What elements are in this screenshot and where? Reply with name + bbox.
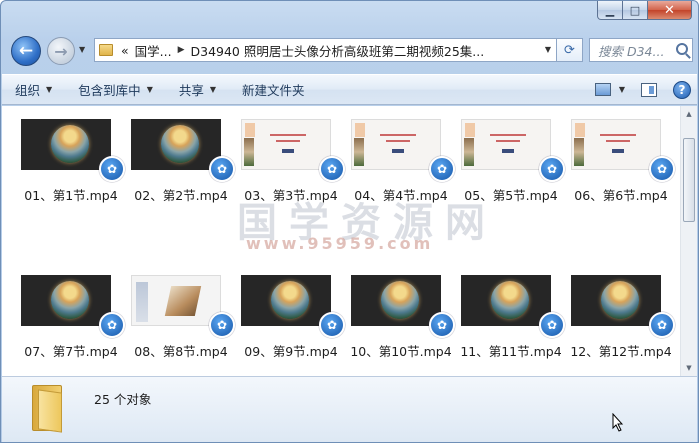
breadcrumb-overflow[interactable]: « bbox=[121, 43, 129, 58]
file-name: 12、第12节.mp4 bbox=[570, 344, 672, 359]
media-player-icon: ✿ bbox=[429, 312, 455, 338]
new-folder-label: 新建文件夹 bbox=[242, 83, 305, 98]
video-thumbnail bbox=[571, 119, 661, 170]
details-pane: 25 个对象 bbox=[2, 376, 697, 442]
file-item[interactable]: ✿ 07、第7节.mp4 bbox=[21, 275, 129, 359]
watermark-url: www.95959.com bbox=[246, 234, 434, 253]
media-player-icon: ✿ bbox=[99, 156, 125, 182]
caption-buttons: ▁ □ ✕ bbox=[597, 1, 692, 20]
file-name: 11、第11节.mp4 bbox=[460, 344, 562, 359]
file-list: ✿ 01、第1节.mp4 ✿ 02、第2节.mp4 ✿ 03、第3节.mp4 ✿ 04、第4节… bbox=[2, 106, 697, 376]
file-name: 02、第2节.mp4 bbox=[134, 188, 228, 203]
share-label: 共享 bbox=[178, 83, 204, 98]
file-name: 07、第7节.mp4 bbox=[24, 344, 118, 359]
video-thumbnail bbox=[351, 119, 441, 170]
chevron-down-icon: ▼ bbox=[209, 85, 217, 94]
media-player-icon: ✿ bbox=[209, 312, 235, 338]
media-player-icon: ✿ bbox=[99, 312, 125, 338]
file-item[interactable]: ✿ 10、第10节.mp4 bbox=[350, 275, 459, 359]
new-folder-button[interactable]: 新建文件夹 bbox=[229, 75, 318, 104]
scrollbar-thumb[interactable] bbox=[683, 138, 695, 222]
help-icon[interactable]: ? bbox=[673, 80, 691, 99]
file-item[interactable]: ✿ 08、第8节.mp4 bbox=[131, 275, 239, 359]
media-player-icon: ✿ bbox=[539, 156, 565, 182]
organize-menu[interactable]: 组织 ▼ bbox=[2, 75, 65, 104]
change-view-icon[interactable] bbox=[594, 83, 611, 96]
preview-pane-icon[interactable] bbox=[641, 82, 657, 97]
video-thumbnail bbox=[241, 119, 331, 170]
toolbar-right: ▼ ? bbox=[594, 75, 691, 104]
video-thumbnail bbox=[461, 275, 551, 326]
include-in-library-menu[interactable]: 包含到库中 ▼ bbox=[65, 75, 166, 104]
recent-pages-dropdown[interactable]: ▼ bbox=[79, 45, 85, 54]
video-thumbnail bbox=[241, 275, 331, 326]
file-item[interactable]: ✿ 06、第6节.mp4 bbox=[571, 119, 679, 203]
media-player-icon: ✿ bbox=[319, 156, 345, 182]
scroll-up-icon[interactable]: ▲ bbox=[681, 106, 697, 122]
breadcrumb-item-current[interactable]: D34940 照明居士头像分析高级班第二期视频25集... bbox=[191, 41, 485, 60]
address-dropdown-icon[interactable]: ▼ bbox=[545, 45, 551, 54]
view-options-dropdown[interactable]: ▼ bbox=[619, 85, 625, 94]
file-name: 01、第1节.mp4 bbox=[24, 188, 118, 203]
media-player-icon: ✿ bbox=[429, 156, 455, 182]
forward-button[interactable]: → bbox=[47, 37, 75, 65]
minimize-button[interactable]: ▁ bbox=[597, 1, 623, 20]
file-name: 10、第10节.mp4 bbox=[350, 344, 452, 359]
video-thumbnail bbox=[131, 119, 221, 170]
breadcrumb-separator-icon[interactable]: ▶ bbox=[178, 45, 185, 55]
file-item[interactable]: ✿ 02、第2节.mp4 bbox=[131, 119, 239, 203]
file-item[interactable]: ✿ 04、第4节.mp4 bbox=[351, 119, 459, 203]
search-box[interactable]: 搜索 D34... bbox=[589, 38, 693, 62]
vertical-scrollbar[interactable]: ▲ ▼ bbox=[680, 106, 697, 376]
file-item[interactable]: ✿ 05、第5节.mp4 bbox=[461, 119, 569, 203]
file-item[interactable]: ✿ 03、第3节.mp4 bbox=[241, 119, 349, 203]
include-label: 包含到库中 bbox=[78, 83, 141, 98]
folder-icon bbox=[99, 44, 113, 56]
breadcrumb-item-parent[interactable]: 国学... bbox=[135, 41, 172, 60]
file-name: 06、第6节.mp4 bbox=[574, 188, 668, 203]
navigation-bar: ← → ▼ « 国学... ▶ D34940 照明居士头像分析高级班第二期视频2… bbox=[1, 34, 698, 66]
media-player-icon: ✿ bbox=[539, 312, 565, 338]
refresh-icon: ⟳ bbox=[564, 42, 575, 58]
media-player-icon: ✿ bbox=[649, 156, 675, 182]
forward-arrow-icon: → bbox=[54, 41, 68, 61]
video-thumbnail bbox=[21, 275, 111, 326]
media-player-icon: ✿ bbox=[649, 312, 675, 338]
address-bar[interactable]: « 国学... ▶ D34940 照明居士头像分析高级班第二期视频25集... … bbox=[94, 38, 557, 62]
file-item[interactable]: ✿ 12、第12节.mp4 bbox=[570, 275, 679, 359]
close-button[interactable]: ✕ bbox=[648, 1, 692, 20]
video-thumbnail bbox=[571, 275, 661, 326]
folder-icon bbox=[32, 385, 64, 433]
video-thumbnail bbox=[131, 275, 221, 326]
search-icon[interactable] bbox=[676, 43, 688, 55]
maximize-button[interactable]: □ bbox=[623, 1, 648, 20]
file-item[interactable]: ✿ 09、第9节.mp4 bbox=[241, 275, 349, 359]
file-name: 09、第9节.mp4 bbox=[244, 344, 338, 359]
search-input[interactable]: 搜索 D34... bbox=[598, 41, 674, 60]
refresh-button[interactable]: ⟳ bbox=[557, 38, 583, 62]
video-thumbnail bbox=[21, 119, 111, 170]
file-name: 08、第8节.mp4 bbox=[134, 344, 228, 359]
media-player-icon: ✿ bbox=[319, 312, 345, 338]
explorer-window: ▁ □ ✕ ← → ▼ « 国学... ▶ D34940 照明居士头像分析高级班… bbox=[0, 0, 699, 443]
media-player-icon: ✿ bbox=[209, 156, 235, 182]
chevron-down-icon: ▼ bbox=[46, 85, 53, 94]
file-item[interactable]: ✿ 01、第1节.mp4 bbox=[21, 119, 129, 203]
file-item[interactable]: ✿ 11、第11节.mp4 bbox=[460, 275, 569, 359]
organize-label: 组织 bbox=[15, 83, 41, 98]
scroll-down-icon[interactable]: ▼ bbox=[681, 360, 697, 376]
share-menu[interactable]: 共享 ▼ bbox=[166, 75, 229, 104]
video-thumbnail bbox=[351, 275, 441, 326]
chevron-down-icon: ▼ bbox=[146, 85, 153, 94]
video-thumbnail bbox=[461, 119, 551, 170]
back-arrow-icon: ← bbox=[18, 41, 34, 61]
back-button[interactable]: ← bbox=[11, 36, 41, 66]
command-bar: 组织 ▼ 包含到库中 ▼ 共享 ▼ 新建文件夹 ▼ ? bbox=[2, 74, 697, 105]
item-count: 25 个对象 bbox=[94, 392, 152, 407]
